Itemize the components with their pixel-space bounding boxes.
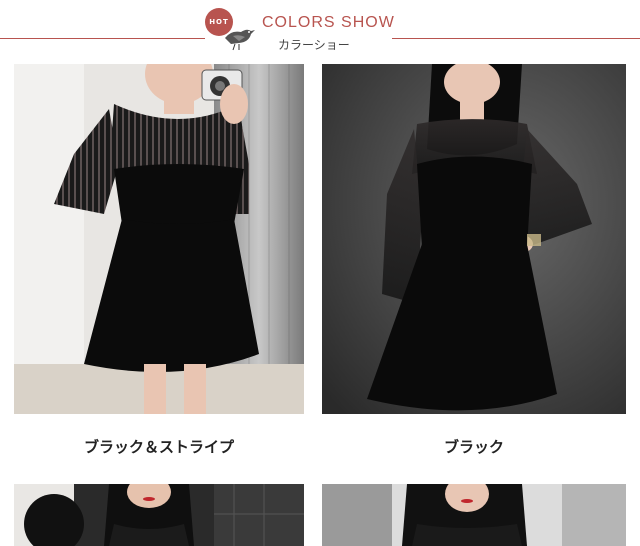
- caption-black-stripe: ブラック＆ストライプ: [83, 438, 234, 456]
- hot-badge: HOT: [205, 8, 257, 52]
- product-photo-black-stripe[interactable]: [14, 64, 304, 414]
- section-subtitle: カラーショー: [278, 38, 350, 52]
- section-title: COLORS SHOW: [262, 14, 395, 31]
- header-divider-right: [392, 38, 640, 39]
- colors-show-header: HOT COLORS SHOW カラーショー: [0, 0, 640, 60]
- product-photo-3[interactable]: [14, 484, 304, 546]
- caption-black: ブラック: [443, 438, 504, 456]
- bird-icon: [225, 29, 255, 51]
- header-divider-left: [0, 38, 205, 39]
- product-photo-black[interactable]: [322, 64, 626, 414]
- product-photo-4[interactable]: [322, 484, 626, 546]
